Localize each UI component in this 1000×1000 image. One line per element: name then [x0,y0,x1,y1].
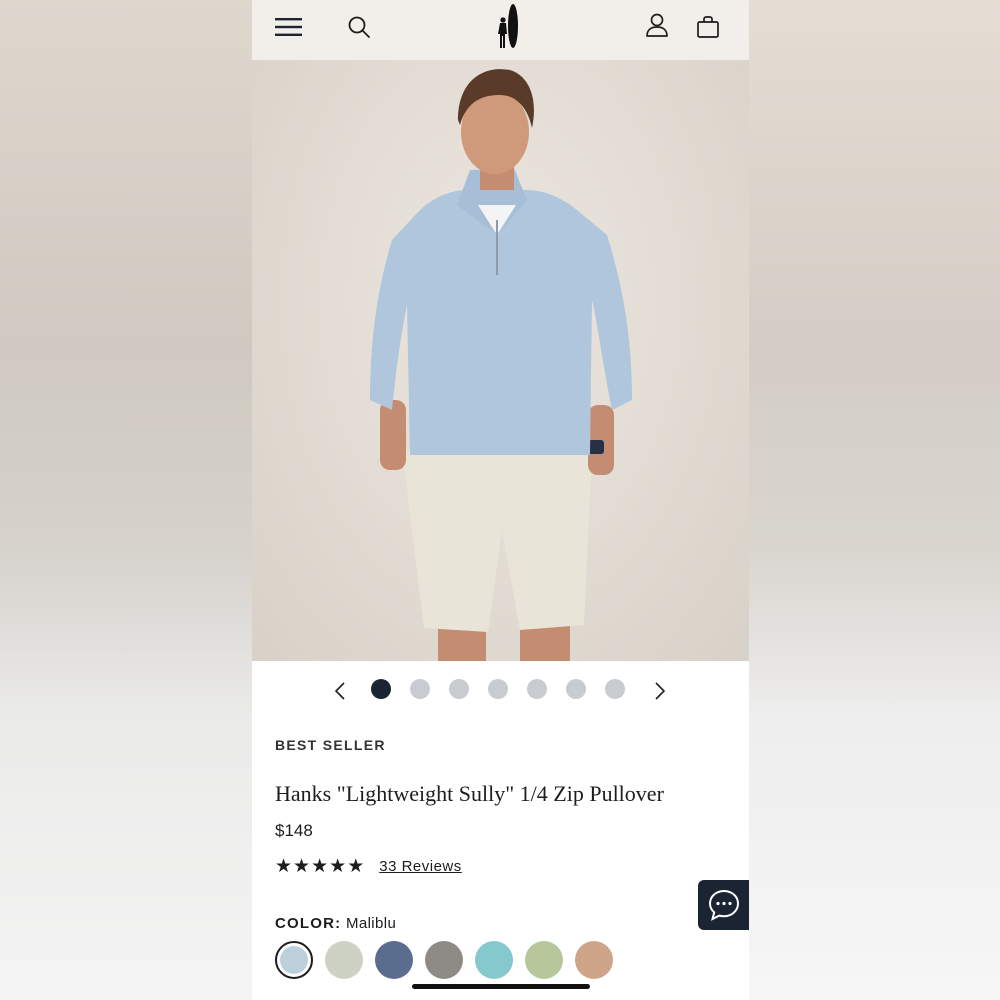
chat-bubble-icon [708,889,739,921]
carousel-dots [371,679,625,699]
best-seller-badge: BEST SELLER [275,737,386,753]
color-swatch[interactable] [375,941,413,979]
carousel-dot[interactable] [488,679,508,699]
carousel-dot[interactable] [371,679,391,699]
star-icon: ★ [275,856,293,877]
next-image-button[interactable] [650,680,670,702]
search-icon [348,16,370,38]
carousel-dot[interactable] [410,679,430,699]
carousel-dot[interactable] [605,679,625,699]
background-blur-left [0,0,252,1000]
star-icon: ★ [311,856,329,877]
color-swatch[interactable] [475,941,513,979]
menu-button[interactable] [272,12,306,42]
star-icon: ★ [293,856,311,877]
phone-screen: BEST SELLER Hanks "Lightweight Sully" 1/… [252,0,749,1000]
shopping-bag-icon [697,16,719,38]
color-swatch[interactable] [325,941,363,979]
hamburger-menu-icon [275,18,302,36]
bag-button[interactable] [693,12,723,42]
color-swatch[interactable] [525,941,563,979]
brand-logo[interactable] [493,2,523,50]
background-blur-right [749,0,1000,1000]
color-swatch[interactable] [575,941,613,979]
color-swatches [275,941,613,979]
color-label: COLOR: [275,915,342,932]
previous-image-button[interactable] [330,680,350,702]
carousel-dot[interactable] [527,679,547,699]
image-carousel-controls [252,670,749,710]
selected-color-name: Maliblu [345,915,397,932]
search-button[interactable] [344,12,374,42]
color-swatch[interactable] [275,941,313,979]
rating-stars: ★ ★ ★ ★ ★ [275,857,364,876]
surfer-logo-icon [498,4,518,48]
user-account-icon [646,13,668,37]
chat-button[interactable] [698,880,749,930]
product-hero-image[interactable] [252,60,749,661]
color-selection-label: COLOR: Maliblu [275,915,396,932]
product-title: Hanks "Lightweight Sully" 1/4 Zip Pullov… [275,781,664,806]
top-navigation-bar [252,0,749,60]
reviews-link[interactable]: 33 Reviews [379,858,462,875]
color-swatch[interactable] [425,941,463,979]
home-indicator [412,984,590,989]
product-price: $148 [275,821,313,840]
account-button[interactable] [642,10,672,40]
carousel-dot[interactable] [566,679,586,699]
carousel-dot[interactable] [449,679,469,699]
chevron-right-icon [655,682,666,700]
star-icon: ★ [329,856,347,877]
model-photo [370,69,632,661]
star-icon: ★ [347,856,365,877]
chevron-left-icon [334,682,345,700]
product-rating: ★ ★ ★ ★ ★ 33 Reviews [275,857,462,876]
